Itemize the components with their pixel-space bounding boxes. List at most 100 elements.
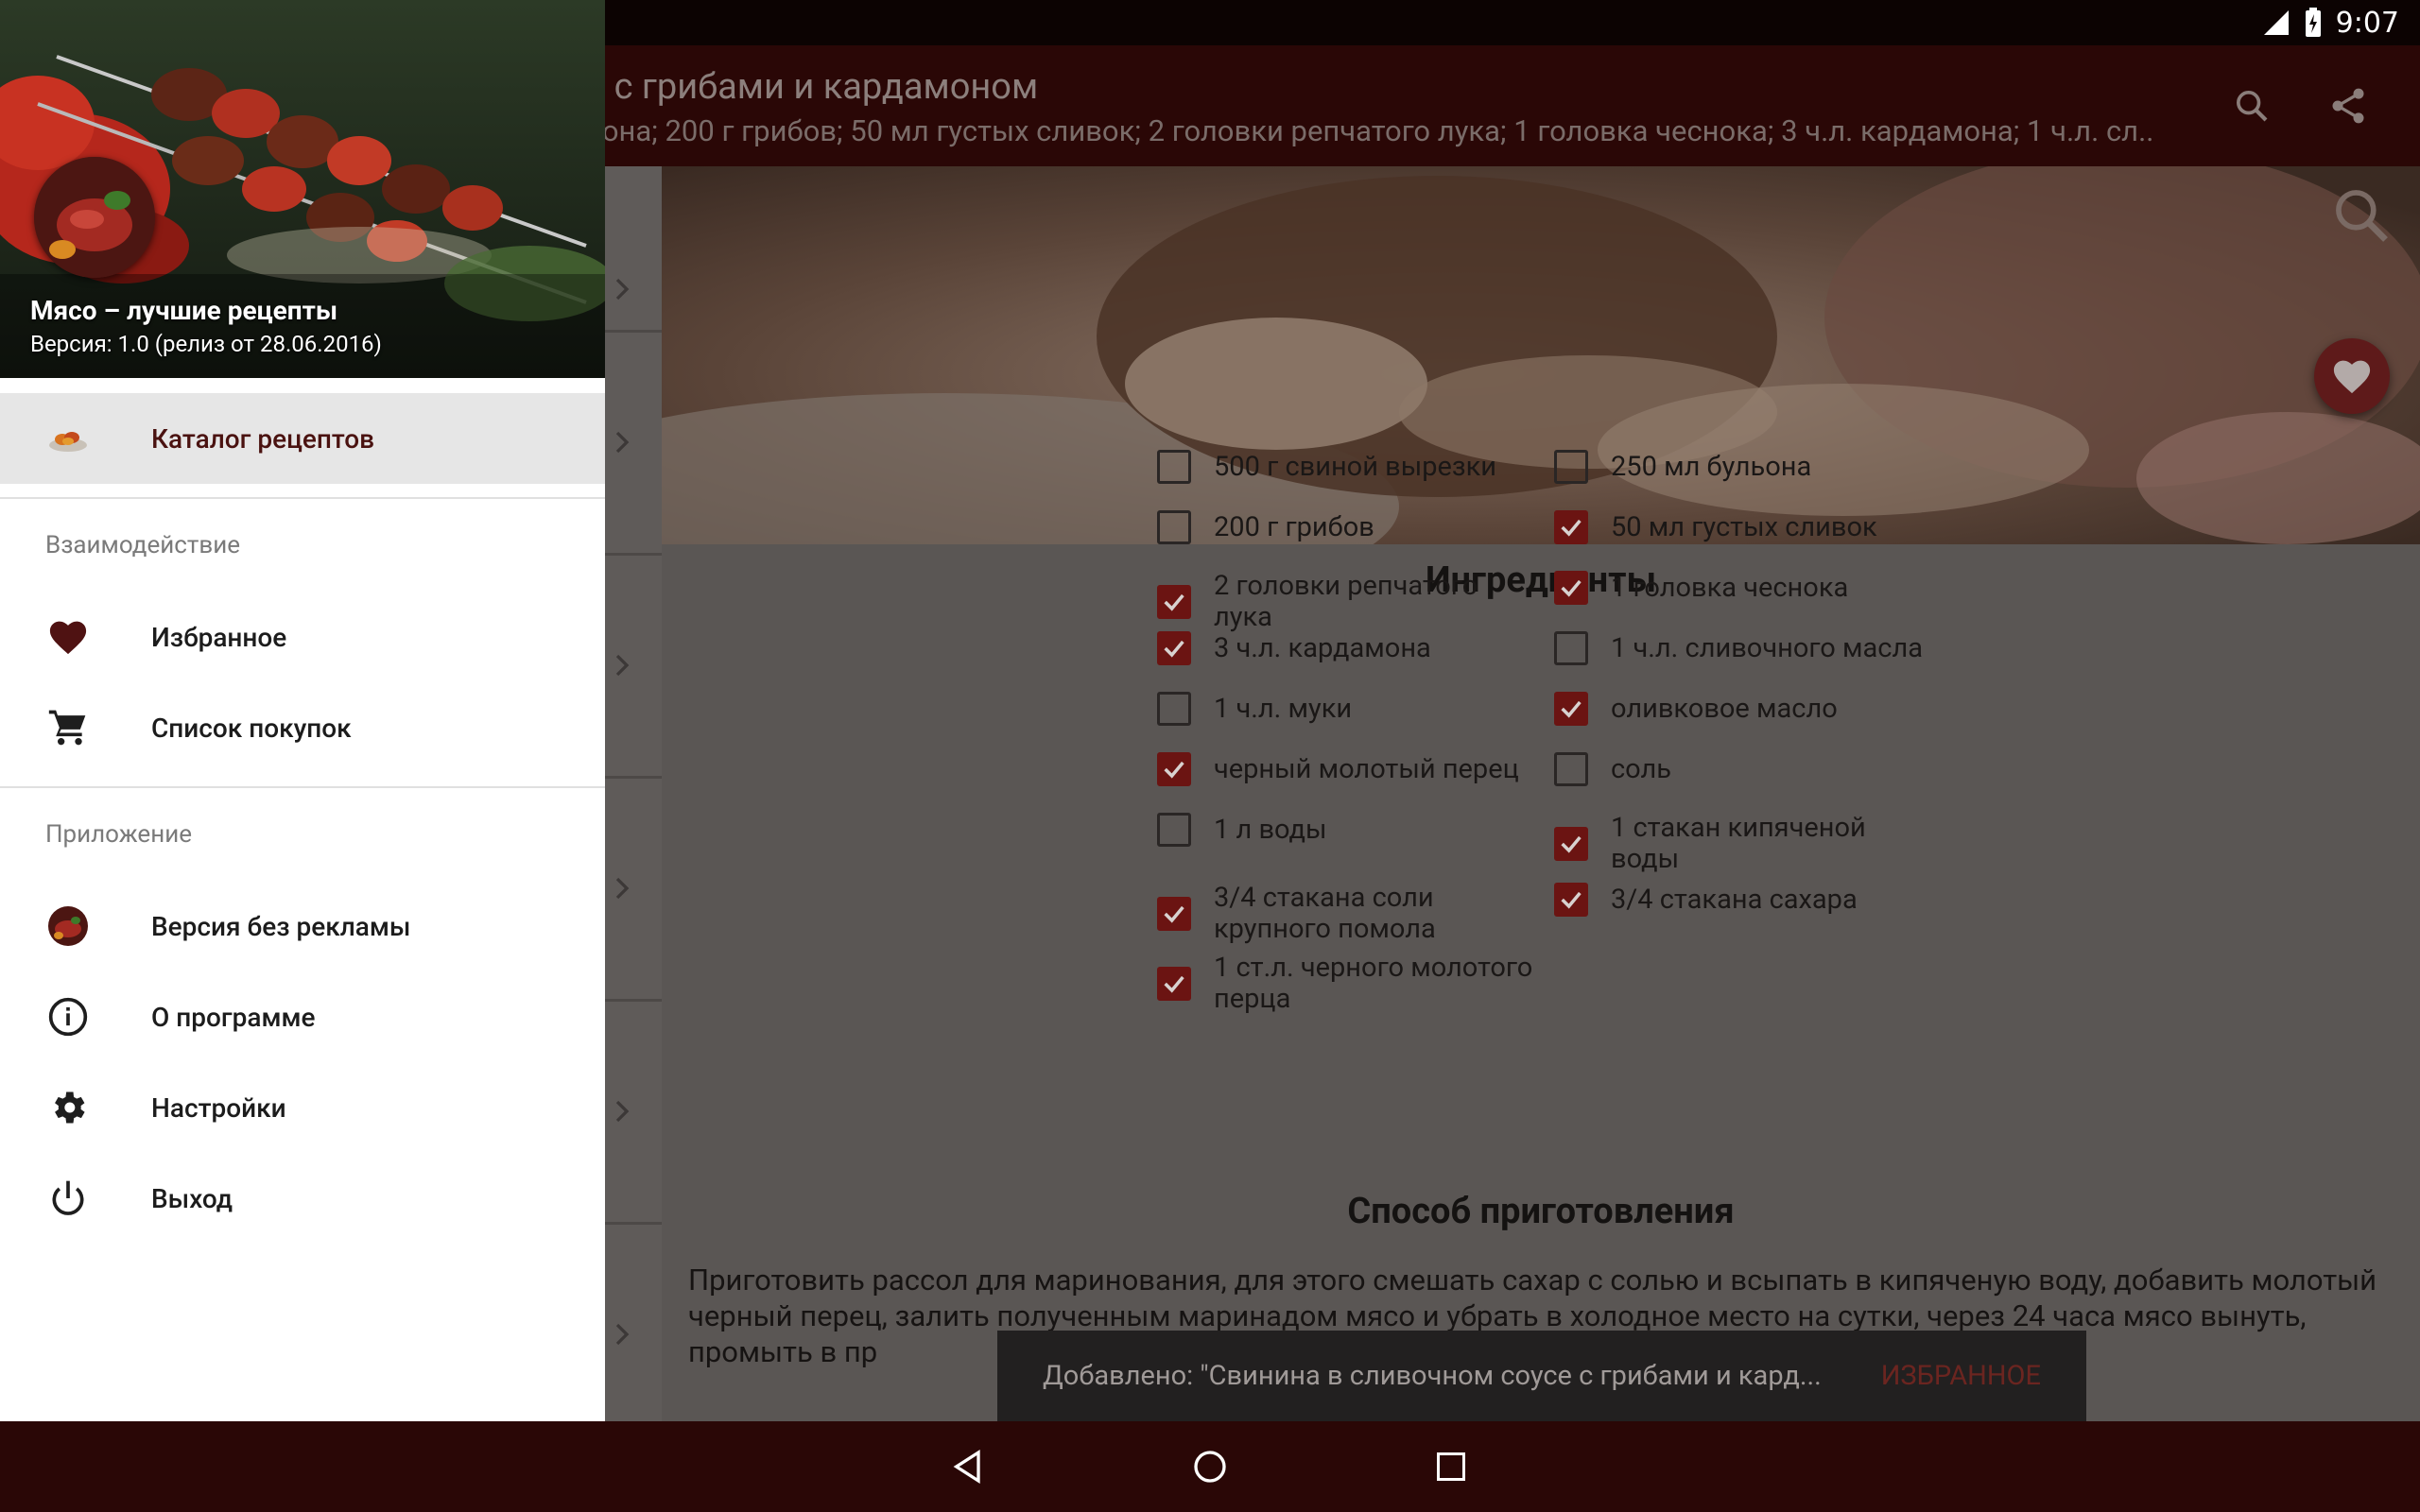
ingredient-checkbox[interactable]: [1554, 827, 1588, 861]
chevron-right-icon: [615, 1323, 630, 1346]
ingredients-title: Ингредиенты: [1425, 559, 1657, 601]
ingredient-item[interactable]: 1 ст.л. черного молотого перца: [1157, 953, 1535, 1015]
search-button[interactable]: [2221, 76, 2282, 136]
section-app: Приложение: [45, 820, 192, 849]
status-icons: 9:07: [2262, 0, 2399, 45]
ingredient-checkbox[interactable]: [1157, 631, 1191, 665]
ingredient-checkbox[interactable]: [1554, 752, 1588, 786]
home-icon: [1194, 1451, 1226, 1483]
search-icon: [2336, 190, 2388, 242]
battery-icon: [2305, 8, 2321, 37]
drawer-item-catalog[interactable]: Каталог рецептов: [0, 393, 605, 484]
ingredient-item[interactable]: 1 стакан кипяченой воды: [1554, 813, 1932, 875]
drawer-version: Версия: 1.0 (релиз от 28.06.2016): [30, 331, 382, 357]
ingredient-checkbox[interactable]: [1157, 897, 1191, 931]
snackbar: Добавлено: "Свинина в сливочном соусе с …: [997, 1331, 2086, 1421]
drawer-item-favorites[interactable]: Избранное: [0, 592, 605, 682]
ingredient-item[interactable]: 500 г свиной вырезки: [1157, 450, 1535, 484]
info-icon: [45, 994, 91, 1040]
check-icon: [1164, 761, 1184, 779]
section-interaction: Взаимодействие: [45, 531, 241, 559]
drawer-item-settings[interactable]: Настройки: [0, 1062, 605, 1153]
signal-icon: [2263, 10, 2289, 35]
ingredient-item[interactable]: 3/4 стакана соли крупного помола: [1157, 883, 1535, 945]
ingredient-checkbox[interactable]: [1157, 585, 1191, 619]
method-title: Способ приготовления: [1347, 1191, 1735, 1232]
ingredient-item[interactable]: черный молотый перец: [1157, 752, 1535, 786]
ingredient-item[interactable]: соль: [1554, 752, 1932, 786]
ingredient-checkbox[interactable]: [1554, 631, 1588, 665]
drawer-item-no-ads[interactable]: Версия без рекламы: [0, 881, 605, 971]
drawer-label: Настройки: [151, 1091, 286, 1124]
recipe-photo: [662, 166, 2420, 544]
system-nav-bar: [0, 1421, 2420, 1512]
drawer-header: Мясо – лучшие рецепты Версия: 1.0 (релиз…: [0, 0, 605, 378]
snackbar-action-favorites[interactable]: ИЗБРАННОЕ: [1881, 1360, 2041, 1392]
ingredient-label: 3/4 стакана соли крупного помола: [1214, 882, 1436, 945]
ingredient-label: черный молотый перец: [1214, 752, 1519, 785]
gear-icon: [45, 1085, 91, 1130]
drawer-item-about[interactable]: О программе: [0, 971, 605, 1062]
divider: [0, 786, 605, 788]
ingredient-item[interactable]: 250 мл бульона: [1554, 450, 1932, 484]
ingredient-item[interactable]: 1 ч.л. сливочного масла: [1554, 631, 1932, 665]
chevron-right-icon: [615, 431, 630, 454]
ingredient-item[interactable]: 200 г грибов: [1157, 510, 1535, 544]
navigation-drawer: Мясо – лучшие рецепты Версия: 1.0 (релиз…: [0, 0, 605, 1421]
check-icon: [1164, 905, 1184, 923]
home-button[interactable]: [1182, 1440, 1238, 1493]
recents-button[interactable]: [1423, 1440, 1479, 1493]
ingredient-checkbox[interactable]: [1157, 752, 1191, 786]
photo-search-button[interactable]: [2329, 183, 2394, 251]
check-icon: [1561, 835, 1582, 853]
ingredient-item[interactable]: оливковое масло: [1554, 692, 1932, 726]
ingredient-label: 3 ч.л. кардамона: [1214, 631, 1431, 664]
ingredient-item[interactable]: 1 головка чеснока: [1554, 571, 1932, 605]
catalog-icon: [45, 416, 91, 461]
favorite-fab[interactable]: [2314, 338, 2390, 414]
check-icon: [1164, 593, 1184, 611]
ingredient-checkbox[interactable]: [1554, 510, 1588, 544]
drawer-label: Выход: [151, 1182, 233, 1214]
ingredient-label: 1 ч.л. муки: [1214, 692, 1353, 725]
ingredient-checkbox[interactable]: [1157, 692, 1191, 726]
heart-icon: [45, 614, 91, 660]
meat-logo-icon: [34, 157, 155, 278]
snackbar-message: Добавлено: "Свинина в сливочном соусе с …: [1043, 1360, 1822, 1392]
recipe-title: е с грибами и кардамоном: [586, 66, 1039, 108]
drawer-item-exit[interactable]: Выход: [0, 1153, 605, 1244]
ingredient-item[interactable]: 50 мл густых сливок: [1554, 510, 1932, 544]
drawer-label: Каталог рецептов: [151, 422, 375, 455]
check-icon: [1561, 519, 1582, 537]
drawer-label: Версия без рекламы: [151, 910, 411, 942]
ingredient-item[interactable]: 1 л воды: [1157, 813, 1535, 847]
ingredient-checkbox[interactable]: [1157, 813, 1191, 847]
share-button[interactable]: [2318, 76, 2378, 136]
cart-icon: [45, 705, 91, 750]
recents-icon: [1437, 1452, 1465, 1481]
ingredient-checkbox[interactable]: [1157, 450, 1191, 484]
ingredient-label: соль: [1611, 752, 1672, 785]
ingredient-label: 250 мл бульона: [1611, 450, 1812, 483]
ingredient-item[interactable]: 2 головки репчатого лука: [1157, 571, 1535, 633]
divider: [0, 497, 605, 499]
ingredient-item[interactable]: 1 ч.л. муки: [1157, 692, 1535, 726]
ingredient-label: 1 стакан кипяченой воды: [1611, 812, 1866, 875]
ingredient-checkbox[interactable]: [1554, 450, 1588, 484]
drawer-item-shopping-list[interactable]: Список покупок: [0, 682, 605, 773]
ingredient-item[interactable]: 3 ч.л. кардамона: [1157, 631, 1535, 665]
ingredient-item[interactable]: 3/4 стакана сахара: [1554, 883, 1932, 917]
drawer-label: Список покупок: [151, 712, 352, 744]
ingredient-checkbox[interactable]: [1554, 692, 1588, 726]
ingredient-checkbox[interactable]: [1157, 510, 1191, 544]
search-icon: [2237, 91, 2268, 122]
check-icon: [1164, 640, 1184, 658]
check-icon: [1561, 891, 1582, 909]
back-button[interactable]: [941, 1440, 997, 1493]
ingredient-checkbox[interactable]: [1157, 967, 1191, 1001]
check-icon: [1561, 700, 1582, 718]
ingredient-checkbox[interactable]: [1554, 883, 1588, 917]
chevron-right-icon: [615, 1100, 630, 1123]
ingredient-checkbox[interactable]: [1554, 571, 1588, 605]
share-icon: [2332, 88, 2364, 124]
